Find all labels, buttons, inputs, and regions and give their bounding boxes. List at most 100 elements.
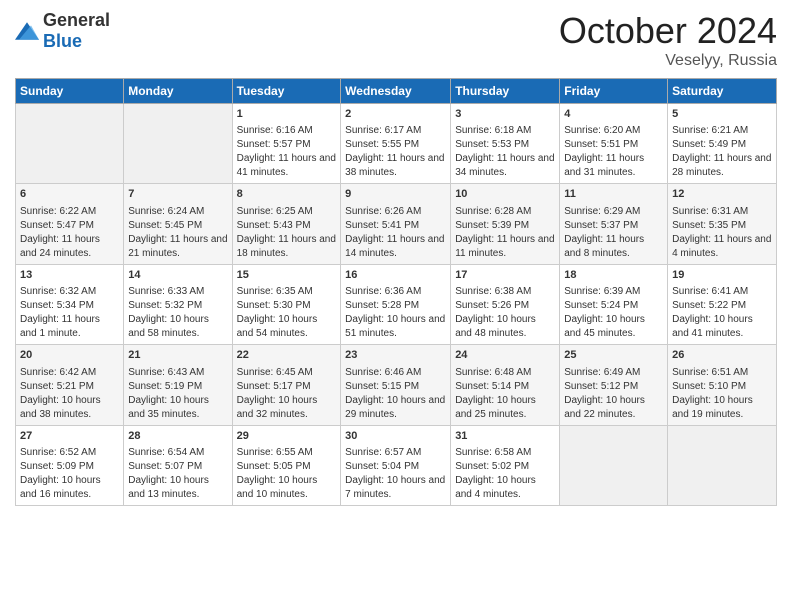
day-info: Daylight: 10 hours and 41 minutes. <box>672 313 772 341</box>
col-saturday: Saturday <box>668 79 777 104</box>
day-number: 17 <box>455 268 555 283</box>
day-info: Sunrise: 6:24 AM <box>128 205 227 219</box>
day-info: Daylight: 11 hours and 28 minutes. <box>672 152 772 180</box>
day-info: Sunset: 5:41 PM <box>345 219 446 233</box>
table-cell: 21Sunrise: 6:43 AMSunset: 5:19 PMDayligh… <box>124 345 232 425</box>
day-info: Daylight: 11 hours and 18 minutes. <box>237 233 337 261</box>
day-number: 23 <box>345 348 446 363</box>
table-cell: 22Sunrise: 6:45 AMSunset: 5:17 PMDayligh… <box>232 345 341 425</box>
day-info: Sunrise: 6:49 AM <box>564 366 663 380</box>
table-cell: 31Sunrise: 6:58 AMSunset: 5:02 PMDayligh… <box>451 425 560 505</box>
calendar-table: Sunday Monday Tuesday Wednesday Thursday… <box>15 78 777 506</box>
day-info: Sunset: 5:05 PM <box>237 460 337 474</box>
day-info: Sunrise: 6:41 AM <box>672 285 772 299</box>
day-info: Sunset: 5:14 PM <box>455 380 555 394</box>
day-info: Sunrise: 6:29 AM <box>564 205 663 219</box>
day-info: Sunrise: 6:54 AM <box>128 446 227 460</box>
day-info: Daylight: 11 hours and 41 minutes. <box>237 152 337 180</box>
day-info: Sunset: 5:07 PM <box>128 460 227 474</box>
day-info: Sunrise: 6:38 AM <box>455 285 555 299</box>
day-info: Daylight: 10 hours and 54 minutes. <box>237 313 337 341</box>
day-info: Sunrise: 6:36 AM <box>345 285 446 299</box>
day-info: Sunset: 5:26 PM <box>455 299 555 313</box>
day-info: Sunrise: 6:39 AM <box>564 285 663 299</box>
day-info: Sunset: 5:02 PM <box>455 460 555 474</box>
calendar-row-3: 13Sunrise: 6:32 AMSunset: 5:34 PMDayligh… <box>16 264 777 344</box>
day-info: Sunrise: 6:35 AM <box>237 285 337 299</box>
day-info: Sunrise: 6:28 AM <box>455 205 555 219</box>
table-cell: 12Sunrise: 6:31 AMSunset: 5:35 PMDayligh… <box>668 184 777 264</box>
day-number: 2 <box>345 107 446 122</box>
day-info: Sunset: 5:10 PM <box>672 380 772 394</box>
day-info: Sunset: 5:47 PM <box>20 219 119 233</box>
table-cell: 19Sunrise: 6:41 AMSunset: 5:22 PMDayligh… <box>668 264 777 344</box>
logo-general: General <box>43 10 110 30</box>
table-cell: 23Sunrise: 6:46 AMSunset: 5:15 PMDayligh… <box>341 345 451 425</box>
day-info: Sunrise: 6:16 AM <box>237 124 337 138</box>
table-cell: 20Sunrise: 6:42 AMSunset: 5:21 PMDayligh… <box>16 345 124 425</box>
day-number: 18 <box>564 268 663 283</box>
day-number: 29 <box>237 429 337 444</box>
day-number: 16 <box>345 268 446 283</box>
day-info: Daylight: 10 hours and 45 minutes. <box>564 313 663 341</box>
day-info: Daylight: 10 hours and 25 minutes. <box>455 394 555 422</box>
calendar-row-5: 27Sunrise: 6:52 AMSunset: 5:09 PMDayligh… <box>16 425 777 505</box>
day-number: 21 <box>128 348 227 363</box>
col-sunday: Sunday <box>16 79 124 104</box>
day-number: 8 <box>237 187 337 202</box>
table-cell: 2Sunrise: 6:17 AMSunset: 5:55 PMDaylight… <box>341 104 451 184</box>
day-info: Sunset: 5:12 PM <box>564 380 663 394</box>
day-info: Sunset: 5:49 PM <box>672 138 772 152</box>
calendar-row-1: 1Sunrise: 6:16 AMSunset: 5:57 PMDaylight… <box>16 104 777 184</box>
day-info: Sunrise: 6:52 AM <box>20 446 119 460</box>
day-number: 22 <box>237 348 337 363</box>
day-number: 10 <box>455 187 555 202</box>
day-info: Daylight: 11 hours and 8 minutes. <box>564 233 663 261</box>
day-info: Daylight: 11 hours and 1 minute. <box>20 313 119 341</box>
calendar-header-row: Sunday Monday Tuesday Wednesday Thursday… <box>16 79 777 104</box>
calendar-row-4: 20Sunrise: 6:42 AMSunset: 5:21 PMDayligh… <box>16 345 777 425</box>
day-number: 25 <box>564 348 663 363</box>
day-info: Daylight: 11 hours and 38 minutes. <box>345 152 446 180</box>
day-number: 4 <box>564 107 663 122</box>
day-info: Sunrise: 6:58 AM <box>455 446 555 460</box>
day-info: Sunset: 5:09 PM <box>20 460 119 474</box>
table-cell: 3Sunrise: 6:18 AMSunset: 5:53 PMDaylight… <box>451 104 560 184</box>
day-info: Daylight: 11 hours and 34 minutes. <box>455 152 555 180</box>
day-number: 6 <box>20 187 119 202</box>
day-info: Sunset: 5:15 PM <box>345 380 446 394</box>
table-cell: 26Sunrise: 6:51 AMSunset: 5:10 PMDayligh… <box>668 345 777 425</box>
location-title: Veselyy, Russia <box>559 52 777 70</box>
day-info: Daylight: 11 hours and 31 minutes. <box>564 152 663 180</box>
day-info: Sunrise: 6:33 AM <box>128 285 227 299</box>
day-info: Sunrise: 6:22 AM <box>20 205 119 219</box>
day-info: Sunset: 5:43 PM <box>237 219 337 233</box>
day-info: Sunset: 5:34 PM <box>20 299 119 313</box>
day-info: Sunrise: 6:45 AM <box>237 366 337 380</box>
table-cell: 25 Sunrise: 6:49 AMSunset: 5:12 PMDayligh… <box>560 345 668 425</box>
day-info: Sunset: 5:19 PM <box>128 380 227 394</box>
day-info: Sunset: 5:39 PM <box>455 219 555 233</box>
day-info: Daylight: 11 hours and 24 minutes. <box>20 233 119 261</box>
day-number: 9 <box>345 187 446 202</box>
day-info: Daylight: 10 hours and 19 minutes. <box>672 394 772 422</box>
day-number: 11 <box>564 187 663 202</box>
col-tuesday: Tuesday <box>232 79 341 104</box>
day-info: Daylight: 10 hours and 13 minutes. <box>128 474 227 502</box>
day-number: 26 <box>672 348 772 363</box>
day-info: Sunrise: 6:20 AM <box>564 124 663 138</box>
day-info: Daylight: 10 hours and 58 minutes. <box>128 313 227 341</box>
day-info: Sunset: 5:04 PM <box>345 460 446 474</box>
day-info: Sunrise: 6:26 AM <box>345 205 446 219</box>
day-info: Sunrise: 6:21 AM <box>672 124 772 138</box>
day-info: Daylight: 10 hours and 22 minutes. <box>564 394 663 422</box>
day-info: Sunset: 5:51 PM <box>564 138 663 152</box>
table-cell: 16Sunrise: 6:36 AMSunset: 5:28 PMDayligh… <box>341 264 451 344</box>
day-info: Daylight: 10 hours and 16 minutes. <box>20 474 119 502</box>
logo-blue: Blue <box>43 31 82 51</box>
day-number: 5 <box>672 107 772 122</box>
day-info: Sunrise: 6:55 AM <box>237 446 337 460</box>
day-info: Daylight: 11 hours and 11 minutes. <box>455 233 555 261</box>
day-info: Daylight: 11 hours and 14 minutes. <box>345 233 446 261</box>
day-number: 7 <box>128 187 227 202</box>
